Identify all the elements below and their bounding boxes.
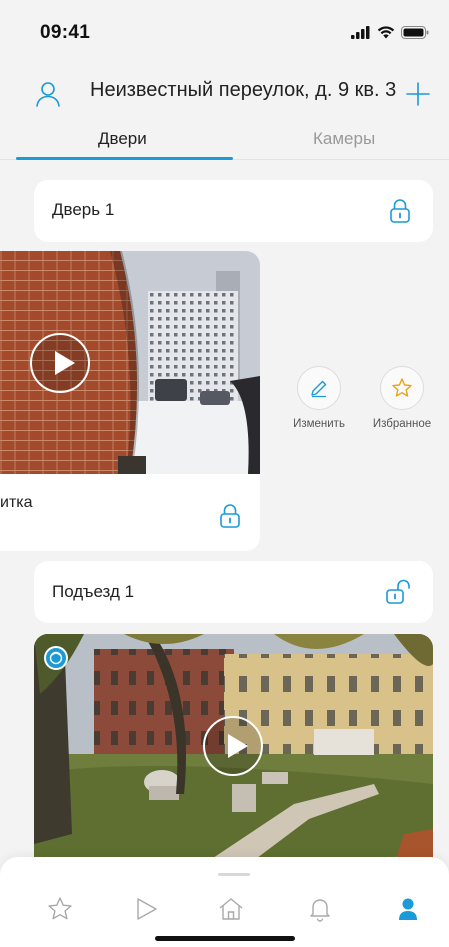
cellular-signal-icon xyxy=(351,26,370,39)
user-icon[interactable] xyxy=(34,80,62,108)
face-recognition-badge xyxy=(44,646,68,670)
battery-icon xyxy=(401,26,429,39)
status-icons xyxy=(351,26,429,39)
door-card-1[interactable]: Дверь 1 xyxy=(34,180,433,242)
tab-cameras[interactable]: Камеры xyxy=(313,129,375,149)
bottom-navigation xyxy=(0,857,449,947)
door-title: Дверь 1 xyxy=(52,200,115,219)
edit-action[interactable]: Изменить xyxy=(284,366,354,430)
edit-label: Изменить xyxy=(293,418,345,430)
nav-notifications-bell-icon[interactable] xyxy=(306,895,334,923)
star-icon xyxy=(392,378,412,397)
edit-button[interactable] xyxy=(297,366,341,410)
tab-active-indicator xyxy=(16,157,233,160)
lock-open-icon[interactable] xyxy=(386,579,410,605)
door-card-2[interactable]: Подъезд 1 xyxy=(34,561,433,623)
nav-home-icon[interactable] xyxy=(217,895,245,923)
lock-closed-icon[interactable] xyxy=(218,503,242,529)
status-time: 09:41 xyxy=(40,22,91,43)
favorite-button[interactable] xyxy=(380,366,424,410)
add-icon[interactable] xyxy=(404,80,432,108)
face-icon xyxy=(49,651,63,665)
home-indicator xyxy=(155,936,295,941)
favorite-label: Избранное xyxy=(372,418,432,430)
lock-closed-icon[interactable] xyxy=(388,198,412,224)
play-button[interactable] xyxy=(203,716,263,776)
header: Неизвестный переулок, д. 9 кв. 3 xyxy=(0,70,449,114)
wifi-icon xyxy=(377,26,395,39)
video-caption: итка xyxy=(0,494,33,511)
play-button[interactable] xyxy=(30,333,90,393)
tab-bar: Двери Камеры xyxy=(0,120,449,162)
entrance-camera-card[interactable] xyxy=(34,634,433,864)
door-title: Подъезд 1 xyxy=(52,582,135,601)
nav-profile-icon[interactable] xyxy=(394,895,422,923)
favorite-action[interactable]: Избранное xyxy=(367,366,437,430)
door-video-card[interactable]: итка xyxy=(0,251,260,551)
nav-favorites-star-icon[interactable] xyxy=(46,895,74,923)
address-title[interactable]: Неизвестный переулок, д. 9 кв. 3 xyxy=(90,79,396,102)
nav-video-play-icon[interactable] xyxy=(132,895,160,923)
pencil-icon xyxy=(311,380,327,398)
status-bar: 09:41 xyxy=(0,0,449,60)
tab-doors[interactable]: Двери xyxy=(98,129,147,149)
drag-handle[interactable] xyxy=(218,873,250,876)
